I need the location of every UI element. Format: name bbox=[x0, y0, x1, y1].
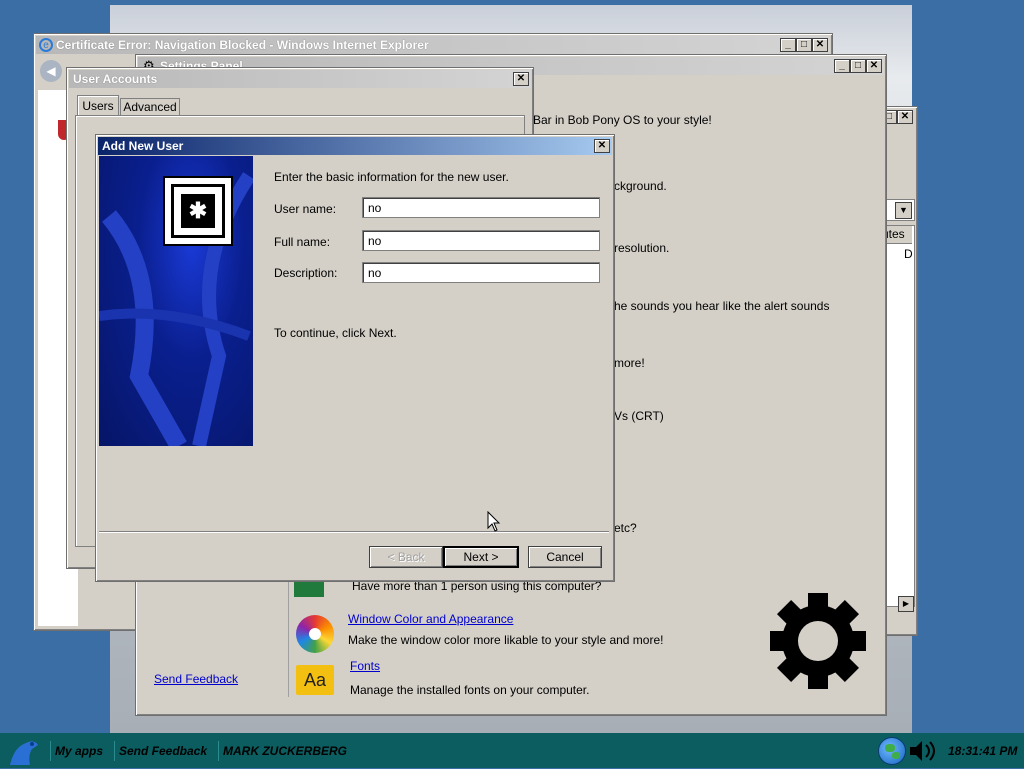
gear-icon bbox=[770, 593, 866, 689]
intro-text: Enter the basic information for the new … bbox=[274, 170, 509, 184]
user-name-label: User name: bbox=[274, 202, 337, 216]
volume-icon[interactable] bbox=[908, 739, 940, 763]
dropdown-arrow-icon[interactable]: ▼ bbox=[895, 202, 912, 219]
item-text-7: etc? bbox=[614, 521, 637, 535]
close-button[interactable]: ✕ bbox=[897, 110, 913, 124]
cancel-button[interactable]: Cancel bbox=[528, 546, 602, 568]
add-user-title-bar[interactable]: Add New User bbox=[98, 137, 612, 155]
user-name-input[interactable]: no bbox=[362, 197, 600, 218]
ie-close-button[interactable]: ✕ bbox=[812, 38, 828, 52]
item-text-6: Vs (CRT) bbox=[614, 409, 664, 423]
settings-minimize-button[interactable]: _ bbox=[834, 59, 850, 73]
window-color-desc: Make the window color more likable to yo… bbox=[348, 633, 664, 647]
bob-pony-logo-icon bbox=[10, 741, 38, 765]
taskbar-user-name[interactable]: MARK ZUCKERBERG bbox=[218, 741, 347, 761]
ie-minimize-button[interactable]: _ bbox=[780, 38, 796, 52]
wizard-logo-icon: ✱ bbox=[163, 176, 233, 246]
item-text-1: Bar in Bob Pony OS to your style! bbox=[533, 113, 712, 127]
tab-users-label: Users bbox=[82, 99, 114, 113]
tab-advanced[interactable]: Advanced bbox=[120, 98, 180, 116]
description-label: Description: bbox=[274, 266, 338, 280]
globe-icon[interactable] bbox=[878, 737, 906, 765]
taskbar-my-apps[interactable]: My apps bbox=[50, 741, 103, 761]
user-accounts-title-bar[interactable]: User Accounts bbox=[69, 70, 531, 88]
color-wheel-icon bbox=[296, 615, 334, 653]
next-button[interactable]: Next > bbox=[443, 546, 519, 568]
send-feedback-link[interactable]: Send Feedback bbox=[154, 672, 238, 686]
taskbar: My apps Send Feedback MARK ZUCKERBERG 18… bbox=[0, 733, 1024, 768]
back-button[interactable]: < Back bbox=[369, 546, 443, 568]
tab-advanced-label: Advanced bbox=[123, 100, 177, 114]
full-name-label: Full name: bbox=[274, 235, 331, 249]
item-text-5: more! bbox=[614, 356, 645, 370]
start-button[interactable] bbox=[4, 735, 44, 766]
cell-text: D bbox=[904, 247, 913, 261]
tab-users[interactable]: Users bbox=[77, 95, 119, 116]
add-user-title: Add New User bbox=[102, 139, 184, 153]
window-color-link[interactable]: Window Color and Appearance bbox=[348, 612, 513, 626]
full-name-input[interactable]: no bbox=[362, 230, 600, 251]
item-text-3: resolution. bbox=[614, 241, 670, 255]
ie-title-bar[interactable]: Certificate Error: Navigation Blocked - … bbox=[36, 36, 830, 54]
ie-logo-icon: e bbox=[39, 38, 53, 52]
add-user-close-button[interactable]: ✕ bbox=[594, 139, 610, 153]
ie-maximize-button[interactable]: □ bbox=[796, 38, 812, 52]
user-accounts-title: User Accounts bbox=[73, 72, 158, 86]
item-text-2: ckground. bbox=[614, 179, 667, 193]
user-accounts-close-button[interactable]: ✕ bbox=[513, 72, 529, 86]
mouse-cursor-icon bbox=[487, 511, 501, 532]
clock[interactable]: 18:31:41 PM bbox=[944, 741, 1017, 761]
scroll-right-icon[interactable]: ▶ bbox=[898, 596, 914, 612]
fonts-link[interactable]: Fonts bbox=[350, 659, 380, 673]
description-input[interactable]: no bbox=[362, 262, 600, 283]
settings-maximize-button[interactable]: □ bbox=[850, 59, 866, 73]
continue-text: To continue, click Next. bbox=[274, 326, 397, 340]
taskbar-send-feedback[interactable]: Send Feedback bbox=[114, 741, 207, 761]
fonts-icon: Aa bbox=[296, 665, 334, 695]
item-text-4: he sounds you hear like the alert sounds bbox=[614, 299, 830, 313]
wizard-banner: ✱ bbox=[99, 156, 253, 446]
settings-close-button[interactable]: ✕ bbox=[866, 59, 882, 73]
divider bbox=[99, 531, 609, 533]
fonts-desc: Manage the installed fonts on your compu… bbox=[350, 683, 590, 697]
add-new-user-dialog: Add New User ✕ ✱ Enter the basic informa… bbox=[95, 134, 615, 582]
ie-back-icon[interactable]: ◀ bbox=[40, 60, 62, 82]
ie-title: Certificate Error: Navigation Blocked - … bbox=[56, 38, 429, 52]
